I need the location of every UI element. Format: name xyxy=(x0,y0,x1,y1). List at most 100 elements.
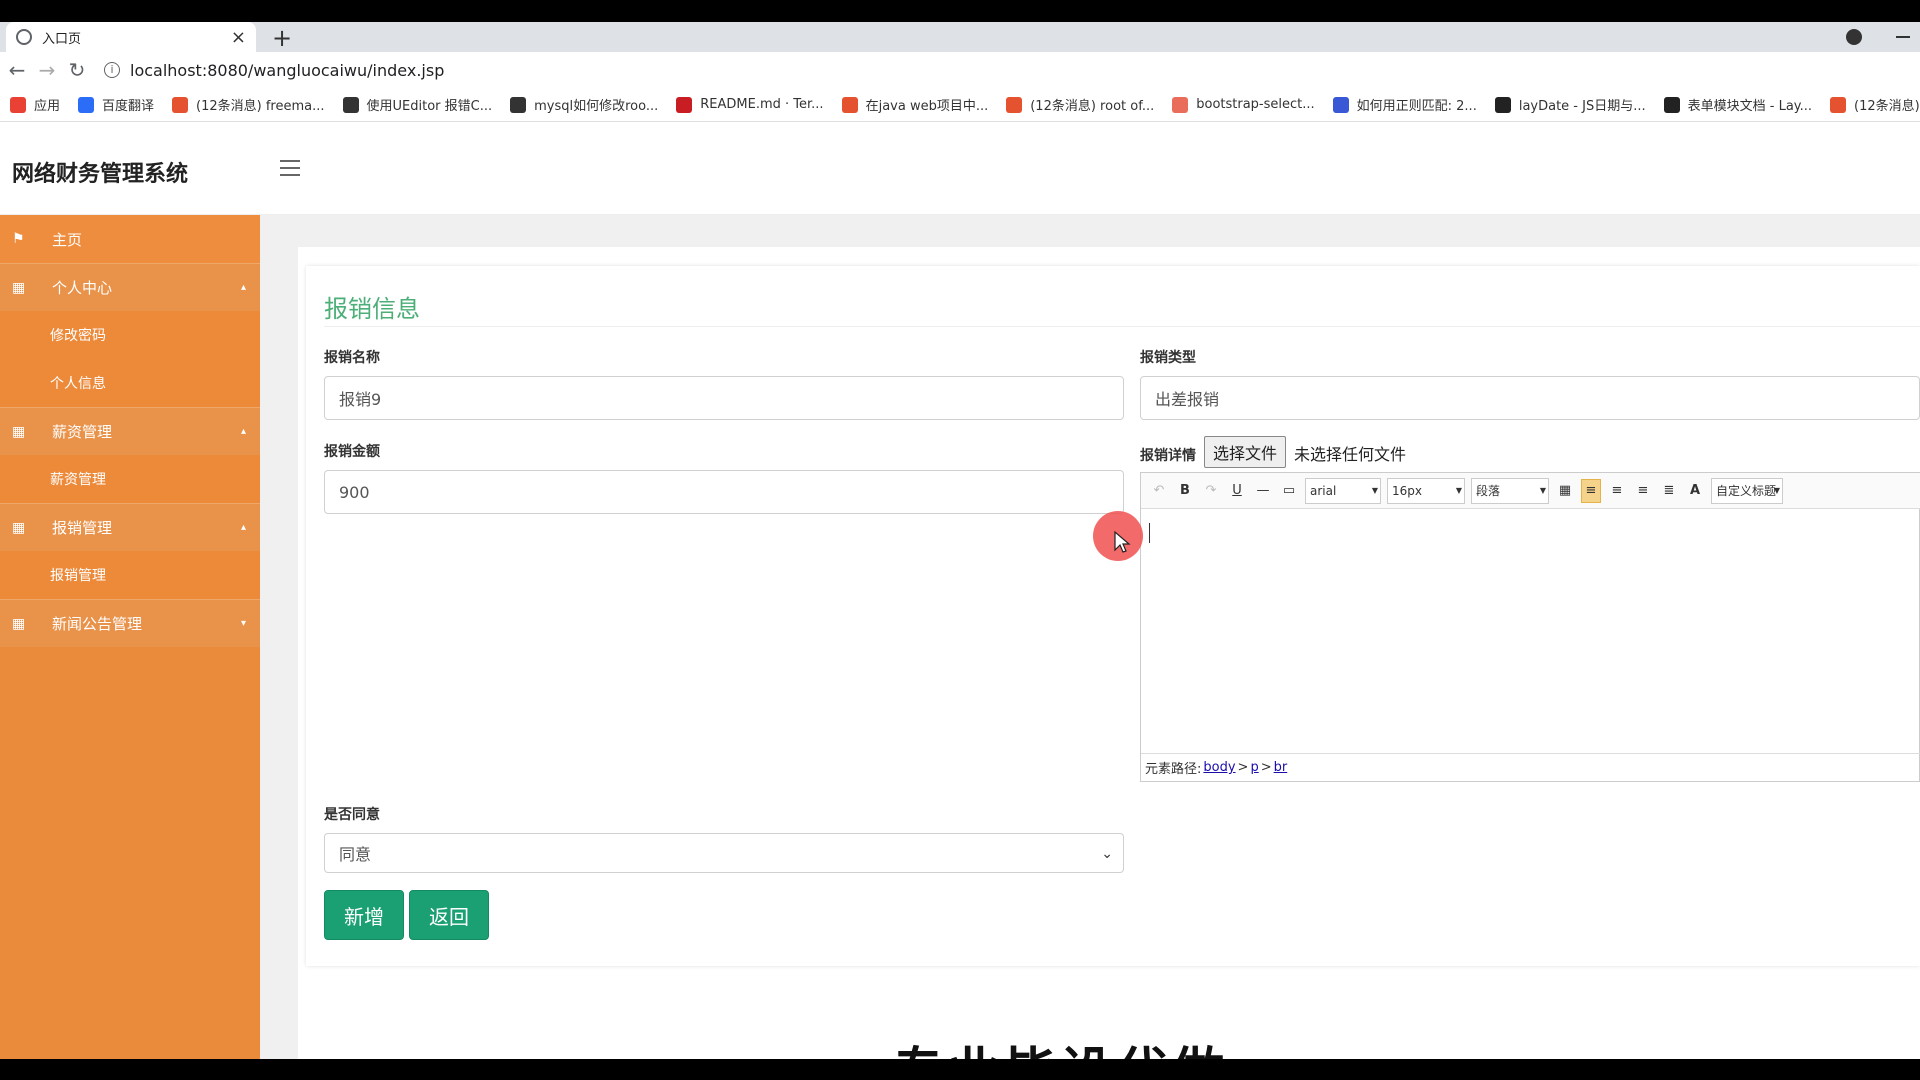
sidebar-item[interactable]: ⚑ 主页 xyxy=(0,215,260,263)
bookmark-label: README.md · Ter... xyxy=(700,97,824,112)
caret-icon: ▾ xyxy=(240,618,246,629)
align-center-icon[interactable]: ≡ xyxy=(1633,483,1653,498)
browser-toolbar: ← → ↻ i localhost:8080/wangluocaiwu/inde… xyxy=(0,52,1920,88)
rich-text-editor[interactable]: ↶ B ↷ U — ▭ arial ▼ 16px ▼ 段落 ▼ ▦ ≡ ≡ ≡ ≣ A… xyxy=(1140,472,1920,782)
agree-label: 是否同意 xyxy=(324,807,380,823)
bookmark-label: layDate - JS日期与... xyxy=(1518,99,1646,114)
sidebar-item-label: 个人信息 xyxy=(50,376,106,392)
amount-label: 报销金额 xyxy=(324,444,380,460)
sidebar-item[interactable]: ▦ 新闻公告管理 ▾ xyxy=(0,599,260,647)
path-br-link[interactable]: br xyxy=(1274,760,1288,775)
chevron-down-icon: ▼ xyxy=(1371,486,1378,495)
chevron-down-icon: ▼ xyxy=(1455,486,1462,495)
choose-file-button[interactable]: 选择文件 xyxy=(1204,436,1287,468)
bookmark-icon xyxy=(510,96,527,113)
sidebar-item-label: 薪资管理 xyxy=(52,423,113,441)
bookmark-item[interactable]: bootstrap-select... xyxy=(1172,96,1315,113)
horizontal-rule-icon[interactable]: — xyxy=(1253,483,1273,498)
align-left-icon[interactable]: ≡ xyxy=(1581,478,1601,503)
bold-icon[interactable]: B xyxy=(1175,483,1195,498)
bookmark-icon xyxy=(342,96,359,113)
sidebar-item[interactable]: ▦ 薪资管理 ▴ xyxy=(0,407,260,455)
type-select[interactable]: 出差报销 xyxy=(1140,376,1920,420)
sidebar-item[interactable]: 报销管理 xyxy=(0,551,260,599)
bookmark-item[interactable]: README.md · Ter... xyxy=(676,96,824,113)
underline-icon[interactable]: U xyxy=(1227,483,1247,498)
chevron-down-icon: ▼ xyxy=(1539,486,1546,495)
no-file-text: 未选择任何文件 xyxy=(1294,445,1407,464)
bookmark-label: 百度翻译 xyxy=(102,99,155,114)
brand-title: 网络财务管理系统 xyxy=(12,162,189,187)
amount-input[interactable]: 900 xyxy=(324,470,1124,514)
bookmark-label: 应用 xyxy=(34,99,61,114)
chevron-down-icon: ▼ xyxy=(1773,486,1780,495)
flag-icon: ⚑ xyxy=(12,231,25,247)
amount-value: 900 xyxy=(339,482,370,502)
sidebar-item[interactable]: 薪资管理 xyxy=(0,455,260,503)
grid-icon: ▦ xyxy=(12,279,26,296)
grid-icon: ▦ xyxy=(12,615,26,632)
font-color-icon[interactable]: A xyxy=(1685,483,1705,498)
sidebar-item[interactable]: ▦ 报销管理 ▴ xyxy=(0,503,260,551)
bookmark-item[interactable]: (12条消息) freema... xyxy=(172,95,325,114)
address-bar[interactable]: i localhost:8080/wangluocaiwu/index.jsp xyxy=(104,61,444,80)
bookmark-item[interactable]: 在java web项目中... xyxy=(841,95,988,114)
globe-icon xyxy=(16,29,32,45)
paragraph-select[interactable]: 段落 ▼ xyxy=(1471,477,1549,504)
agree-select[interactable]: 同意 ⌄ xyxy=(324,833,1124,873)
font-family-select[interactable]: arial ▼ xyxy=(1305,477,1381,504)
forward-icon[interactable]: → xyxy=(34,58,60,82)
bookmark-label: 如何用正则匹配: 2... xyxy=(1356,99,1477,114)
align-right-icon[interactable]: ≡ xyxy=(1607,483,1627,498)
font-size-value: 16px xyxy=(1392,483,1422,498)
browser-tab[interactable]: 入口页 × xyxy=(6,22,256,52)
bookmarks-bar: 应用 百度翻译 (12条消息) freema... 使用UEditor 报错C... m… xyxy=(0,88,1920,122)
sidebar-item[interactable]: ▦ 个人中心 ▴ xyxy=(0,263,260,311)
profile-icon[interactable] xyxy=(1846,29,1862,45)
font-size-select[interactable]: 16px ▼ xyxy=(1387,477,1465,504)
sidebar-item-label: 报销管理 xyxy=(50,568,106,584)
bookmark-item[interactable]: 如何用正则匹配: 2... xyxy=(1332,95,1477,114)
bookmark-label: mysql如何修改roo... xyxy=(534,99,659,114)
name-input[interactable]: 报销9 xyxy=(324,376,1124,420)
info-icon[interactable]: i xyxy=(104,62,120,78)
bookmark-label: (12条消息) root of... xyxy=(1030,99,1155,114)
minimize-button[interactable] xyxy=(1896,36,1910,38)
paragraph-value: 段落 xyxy=(1476,484,1501,498)
table-icon[interactable]: ▦ xyxy=(1555,483,1575,498)
text-cursor xyxy=(1149,523,1150,543)
sidebar-item[interactable]: 修改密码 xyxy=(0,311,260,359)
undo-icon[interactable]: ↶ xyxy=(1149,483,1169,498)
url-text: localhost:8080/wangluocaiwu/index.jsp xyxy=(130,60,445,80)
bookmark-item[interactable]: layDate - JS日期与... xyxy=(1494,95,1646,114)
add-button[interactable]: 新增 xyxy=(324,890,404,940)
path-p-link[interactable]: p xyxy=(1250,760,1258,775)
bookmark-item[interactable]: mysql如何修改roo... xyxy=(510,95,658,114)
type-value: 出差报销 xyxy=(1155,390,1220,409)
sidebar-item[interactable]: 个人信息 xyxy=(0,359,260,407)
path-label: 元素路径: xyxy=(1145,762,1202,777)
sidebar-item-label: 主页 xyxy=(52,230,83,249)
paste-icon[interactable]: ▭ xyxy=(1279,483,1299,498)
bookmark-label: 使用UEditor 报错C... xyxy=(366,99,493,114)
grid-icon: ▦ xyxy=(12,423,26,440)
new-tab-button[interactable]: + xyxy=(272,24,292,52)
menu-toggle-icon[interactable] xyxy=(280,160,300,181)
close-tab-icon[interactable]: × xyxy=(231,27,246,48)
caret-icon: ▴ xyxy=(240,282,246,293)
redo-icon[interactable]: ↷ xyxy=(1201,483,1221,498)
bookmark-item[interactable]: 使用UEditor 报错C... xyxy=(342,95,493,114)
reload-icon[interactable]: ↻ xyxy=(64,58,90,82)
bookmark-item[interactable]: 表单模块文档 - Lay... xyxy=(1663,95,1812,114)
bookmark-item[interactable]: (12条消息) root of... xyxy=(1006,95,1154,114)
sidebar-item-label: 报销管理 xyxy=(52,519,113,537)
back-button[interactable]: 返回 xyxy=(409,890,489,940)
align-justify-icon[interactable]: ≣ xyxy=(1659,483,1679,498)
back-icon[interactable]: ← xyxy=(4,58,30,82)
bookmark-item[interactable]: 百度翻译 xyxy=(78,95,154,114)
bookmark-label: (12条消息) freema... xyxy=(196,99,325,114)
path-body-link[interactable]: body xyxy=(1203,760,1235,775)
bookmark-item[interactable]: 应用 xyxy=(10,95,60,114)
bookmark-item[interactable]: (12条消息) 关于lay... xyxy=(1830,95,1920,114)
custom-title-select[interactable]: 自定义标题 ▼ xyxy=(1711,477,1783,504)
